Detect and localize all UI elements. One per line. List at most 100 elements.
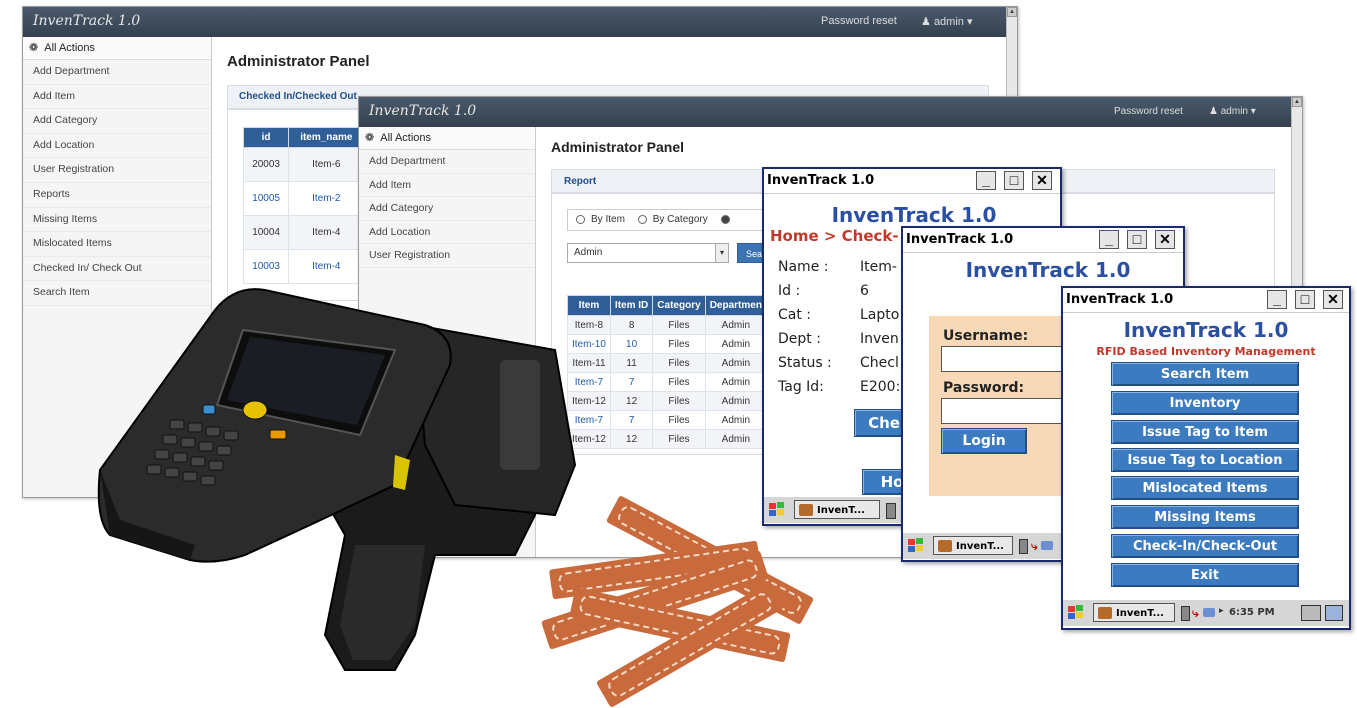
username-label: Username: — [943, 328, 1029, 344]
sidebar-item-add-location[interactable]: Add Location — [23, 134, 211, 159]
password-reset-link[interactable]: Password reset — [1114, 106, 1183, 117]
close-button[interactable]: ✕ — [1323, 290, 1343, 309]
menu-issue-tag-item-button[interactable]: Issue Tag to Item — [1111, 420, 1299, 444]
radio-by-category[interactable]: By Category — [637, 214, 708, 225]
close-button[interactable]: ✕ — [1155, 230, 1175, 249]
sidebar-item-add-department[interactable]: Add Department — [23, 60, 211, 85]
menu-exit-button[interactable]: Exit — [1111, 563, 1299, 587]
scroll-up-arrow[interactable]: ▲ — [1292, 97, 1302, 107]
radio-third[interactable] — [720, 214, 736, 225]
column-header[interactable]: Departmen — [704, 295, 768, 316]
field-label-tag-id: Tag Id: — [778, 379, 824, 395]
panel-subheading: Report — [564, 176, 597, 187]
cell[interactable]: 7 — [609, 410, 654, 430]
clock[interactable]: 6:35 PM — [1229, 607, 1275, 618]
brand-logo[interactable]: InvenTrack 1.0 — [33, 13, 140, 29]
department-select[interactable]: Admin ▾ — [567, 243, 729, 263]
taskbar-app-button[interactable]: InvenT... — [1093, 603, 1175, 622]
taskbar-app-label: InvenT... — [1116, 608, 1164, 619]
column-header[interactable]: id — [242, 127, 290, 148]
table-row[interactable]: Item-7 7 Files Admin — [567, 372, 768, 392]
menu-inventory-button[interactable]: Inventory — [1111, 391, 1299, 415]
sidebar-item-add-department[interactable]: Add Department — [359, 150, 535, 174]
power-icon: ⤷ — [1031, 539, 1038, 553]
cell-id: 20003 — [242, 147, 290, 182]
cell[interactable]: 10 — [609, 334, 654, 354]
cell: Files — [652, 391, 706, 411]
menu-search-item-button[interactable]: Search Item — [1111, 362, 1299, 386]
sidebar-item-reports[interactable]: Reports — [23, 183, 211, 208]
maximize-button[interactable]: □ — [1295, 290, 1315, 309]
cell: Files — [652, 334, 706, 354]
title-bar: InvenTrack 1.0 _ □ ✕ — [1063, 288, 1349, 313]
start-flag-icon[interactable] — [1067, 604, 1085, 622]
brand-logo[interactable]: InvenTrack 1.0 — [369, 103, 476, 119]
cell: Files — [652, 410, 706, 430]
password-reset-link[interactable]: Password reset — [821, 15, 897, 27]
cell: Files — [652, 429, 706, 449]
taskbar-app-button[interactable]: InvenT... — [933, 536, 1013, 555]
maximize-button[interactable]: □ — [1127, 230, 1147, 249]
cell: 11 — [609, 353, 654, 373]
tray-arrow-icon[interactable]: ▸ — [1219, 606, 1224, 616]
start-flag-icon[interactable] — [907, 537, 925, 555]
column-header[interactable]: Item ID — [609, 295, 654, 316]
minimize-button[interactable]: _ — [976, 171, 996, 190]
field-label-dept: Dept : — [778, 331, 821, 347]
cell[interactable]: 7 — [609, 372, 654, 392]
sidebar-item-missing-items[interactable]: Missing Items — [23, 208, 211, 233]
system-tray-icons: ⤷ — [1019, 539, 1059, 554]
app-subtitle: RFID Based Inventory Management — [1096, 345, 1316, 358]
cell-item-name[interactable]: Item-2 — [288, 181, 365, 216]
breadcrumb: Home > Check- — [770, 227, 899, 245]
sidebar-item-user-registration[interactable]: User Registration — [23, 158, 211, 183]
menu-issue-tag-location-button[interactable]: Issue Tag to Location — [1111, 448, 1299, 472]
table-row[interactable]: Item-10 10 Files Admin — [567, 334, 768, 354]
desktop-icon[interactable] — [1325, 605, 1343, 621]
field-label-cat: Cat : — [778, 307, 812, 323]
caret-down-icon: ▾ — [1250, 106, 1256, 117]
close-button[interactable]: ✕ — [1032, 171, 1052, 190]
sidebar-item-add-location[interactable]: Add Location — [359, 221, 535, 244]
table-row[interactable]: Item-12 12 Files Admin — [567, 391, 768, 411]
table-row[interactable]: Item-11 11 Files Admin — [567, 353, 768, 373]
cell: Files — [652, 315, 706, 335]
user-menu[interactable]: ♟ admin ▾ — [921, 15, 973, 28]
radio-label: By Item — [591, 214, 625, 225]
table-row[interactable]: Item-7 7 Files Admin — [567, 410, 768, 430]
menu-check-in-out-button[interactable]: Check-In/Check-Out — [1111, 534, 1299, 558]
field-value-status: Checl — [860, 355, 899, 371]
user-menu[interactable]: ♟ admin ▾ — [1209, 106, 1256, 117]
taskbar-app-button[interactable]: InvenT... — [794, 500, 880, 519]
login-button[interactable]: Login — [941, 428, 1027, 454]
sidebar-item-mislocated-items[interactable]: Mislocated Items — [23, 232, 211, 257]
menu-missing-items-button[interactable]: Missing Items — [1111, 505, 1299, 529]
cell-id[interactable]: 10005 — [242, 181, 290, 216]
sidebar-item-add-category[interactable]: Add Category — [359, 197, 535, 221]
sidebar-item-add-category[interactable]: Add Category — [23, 109, 211, 134]
network-icon — [1041, 541, 1053, 550]
user-name: admin — [1220, 106, 1248, 117]
minimize-button[interactable]: _ — [1099, 230, 1119, 249]
table-row[interactable]: Item-12 12 Files Admin — [567, 429, 768, 449]
column-header[interactable]: item_name — [288, 127, 365, 148]
window-title: InvenTrack 1.0 — [906, 232, 1014, 247]
select-arrow-icon[interactable]: ▾ — [715, 244, 728, 262]
radio-by-item[interactable]: By Item — [576, 214, 625, 225]
table-row[interactable]: Item-8 8 Files Admin — [567, 315, 768, 335]
window-title: InvenTrack 1.0 — [767, 173, 875, 188]
minimize-button[interactable]: _ — [1267, 290, 1287, 309]
scroll-up-arrow[interactable]: ▲ — [1007, 7, 1017, 17]
menu-mislocated-items-button[interactable]: Mislocated Items — [1111, 476, 1299, 500]
battery-icon — [1181, 606, 1190, 621]
cell: 12 — [609, 391, 654, 411]
start-flag-icon[interactable] — [768, 501, 786, 519]
keyboard-icon[interactable] — [1301, 605, 1321, 621]
sidebar-item-add-item[interactable]: Add Item — [23, 85, 211, 110]
maximize-button[interactable]: □ — [1004, 171, 1024, 190]
sidebar-item-add-item[interactable]: Add Item — [359, 174, 535, 197]
title-bar: InvenTrack 1.0 _ □ ✕ — [903, 228, 1183, 253]
column-header[interactable]: Category — [652, 295, 706, 316]
taskbar: InvenT... ⤷ ▸ 6:35 PM — [1063, 599, 1349, 626]
sidebar-header-label: All Actions — [380, 132, 432, 144]
